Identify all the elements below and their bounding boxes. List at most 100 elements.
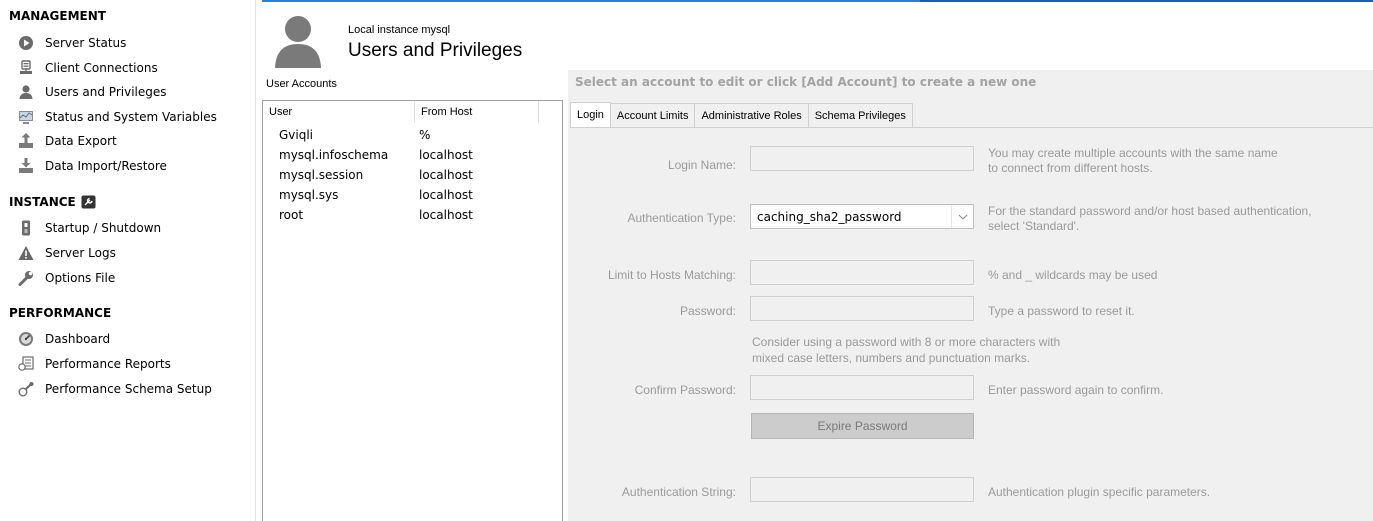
hosts-note: % and _ wildcards may be used bbox=[988, 268, 1158, 282]
confirm-password-field[interactable] bbox=[750, 375, 974, 400]
warning-icon bbox=[18, 245, 34, 261]
tab-account-limits[interactable]: Account Limits bbox=[609, 103, 696, 127]
sidebar-item-data-export[interactable]: Data Export bbox=[18, 130, 254, 152]
import-icon bbox=[18, 158, 34, 174]
sidebar-item-label: Data Export bbox=[45, 134, 117, 148]
variables-icon bbox=[18, 109, 34, 125]
sidebar-item-users-and-privileges[interactable]: Users and Privileges bbox=[18, 81, 254, 103]
table-row[interactable]: mysql.sys localhost bbox=[263, 188, 562, 205]
sidebar-item-data-import-restore[interactable]: Data Import/Restore bbox=[18, 155, 254, 177]
auth-type-select[interactable]: caching_sha2_password bbox=[750, 204, 974, 229]
user-cell: mysql.session bbox=[279, 168, 364, 182]
reports-icon bbox=[18, 356, 34, 372]
sidebar-item-client-connections[interactable]: Client Connections bbox=[18, 57, 254, 79]
tab-strip-accent-dark bbox=[920, 0, 1373, 2]
sidebar-item-label: Server Status bbox=[45, 36, 127, 50]
password-note: Type a password to reset it. bbox=[988, 304, 1135, 318]
client-connections-icon bbox=[18, 60, 34, 76]
login-name-label: Login Name: bbox=[667, 158, 736, 172]
user-cell: Gviqli bbox=[279, 128, 314, 142]
auth-string-field[interactable] bbox=[750, 477, 974, 502]
user-avatar-icon bbox=[273, 12, 323, 68]
navigator-sidebar: MANAGEMENT Server Status Client Connecti… bbox=[0, 0, 256, 521]
section-title-performance: PERFORMANCE bbox=[9, 306, 112, 320]
sidebar-item-dashboard[interactable]: Dashboard bbox=[18, 328, 254, 350]
host-cell: localhost bbox=[419, 188, 473, 202]
sidebar-item-status-and-system-variables[interactable]: Status and System Variables bbox=[18, 106, 254, 128]
section-title-label: INSTANCE bbox=[9, 195, 76, 209]
login-name-note: You may create multiple accounts with th… bbox=[988, 146, 1278, 176]
sidebar-item-server-logs[interactable]: Server Logs bbox=[18, 242, 254, 264]
password-hint-line: Consider using a password with 8 or more… bbox=[752, 335, 1061, 349]
dashboard-icon bbox=[18, 331, 34, 347]
column-header-from-host[interactable]: From Host bbox=[415, 101, 539, 123]
instance-settings-icon[interactable] bbox=[81, 195, 96, 209]
sidebar-item-performance-schema-setup[interactable]: Performance Schema Setup bbox=[18, 378, 254, 400]
user-cell: mysql.sys bbox=[279, 188, 339, 202]
sidebar-item-label: Options File bbox=[45, 271, 116, 285]
auth-type-note: For the standard password and/or host ba… bbox=[988, 204, 1312, 234]
sidebar-item-options-file[interactable]: Options File bbox=[18, 267, 254, 289]
export-icon bbox=[18, 133, 34, 149]
sidebar-item-performance-reports[interactable]: Performance Reports bbox=[18, 353, 254, 375]
users-icon bbox=[18, 84, 34, 100]
section-title-instance: INSTANCE bbox=[9, 195, 96, 209]
page-title: Users and Privileges bbox=[348, 40, 523, 61]
section-title-management: MANAGEMENT bbox=[9, 9, 106, 23]
editor-hint: Select an account to edit or click [Add … bbox=[575, 75, 1037, 89]
sidebar-item-label: Server Logs bbox=[45, 246, 116, 260]
tab-administrative-roles[interactable]: Administrative Roles bbox=[694, 103, 809, 127]
hosts-label: Limit to Hosts Matching: bbox=[607, 268, 736, 282]
chevron-down-icon bbox=[951, 205, 973, 228]
auth-string-note: Authentication plugin specific parameter… bbox=[988, 485, 1211, 499]
confirm-password-label: Confirm Password: bbox=[634, 383, 736, 397]
sidebar-item-server-status[interactable]: Server Status bbox=[18, 32, 254, 54]
user-accounts-label: User Accounts bbox=[266, 78, 337, 90]
login-name-field[interactable] bbox=[750, 146, 974, 171]
user-accounts-list[interactable]: User From Host Gviqli % mysql.infoschema… bbox=[262, 100, 563, 521]
schema-setup-icon bbox=[18, 381, 34, 397]
host-cell: localhost bbox=[419, 168, 473, 182]
sidebar-item-label: Data Import/Restore bbox=[45, 159, 167, 173]
sidebar-item-label: Dashboard bbox=[45, 332, 111, 346]
expire-password-button[interactable]: Expire Password bbox=[751, 413, 974, 439]
startup-icon bbox=[18, 220, 34, 236]
password-field[interactable] bbox=[750, 296, 974, 321]
user-cell: root bbox=[279, 208, 304, 222]
table-row[interactable]: mysql.session localhost bbox=[263, 168, 562, 185]
password-hint-line: mixed case letters, numbers and punctuat… bbox=[752, 351, 1031, 365]
password-hint: Consider using a password with 8 or more… bbox=[752, 334, 1060, 366]
host-cell: % bbox=[419, 128, 431, 142]
tab-schema-privileges[interactable]: Schema Privileges bbox=[807, 103, 913, 127]
auth-type-value: caching_sha2_password bbox=[757, 209, 902, 224]
wrench-icon bbox=[18, 270, 34, 286]
auth-type-label: Authentication Type: bbox=[627, 211, 736, 225]
confirm-password-note: Enter password again to confirm. bbox=[988, 383, 1164, 397]
editor-tabs: Login Account Limits Administrative Role… bbox=[570, 102, 913, 127]
auth-string-label: Authentication String: bbox=[621, 485, 736, 499]
auth-type-note-line: For the standard password and/or host ba… bbox=[988, 204, 1312, 218]
hosts-field[interactable] bbox=[750, 260, 974, 285]
sidebar-item-label: Startup / Shutdown bbox=[45, 221, 162, 235]
sidebar-item-label: Performance Reports bbox=[45, 357, 171, 371]
auth-type-note-line: select 'Standard'. bbox=[988, 219, 1080, 233]
sidebar-item-label: Client Connections bbox=[45, 61, 158, 75]
login-name-note-line: to connect from different hosts. bbox=[988, 161, 1153, 175]
sidebar-item-label: Performance Schema Setup bbox=[45, 382, 212, 396]
table-row[interactable]: mysql.infoschema localhost bbox=[263, 148, 562, 165]
host-cell: localhost bbox=[419, 208, 473, 222]
user-cell: mysql.infoschema bbox=[279, 148, 389, 162]
host-cell: localhost bbox=[419, 148, 473, 162]
sidebar-item-startup-shutdown[interactable]: Startup / Shutdown bbox=[18, 217, 254, 239]
tab-login[interactable]: Login bbox=[570, 102, 611, 127]
password-label: Password: bbox=[679, 304, 736, 318]
table-row[interactable]: root localhost bbox=[263, 208, 562, 225]
instance-name: Local instance mysql bbox=[348, 24, 451, 36]
column-header-user[interactable]: User bbox=[263, 101, 415, 123]
sidebar-item-label: Status and System Variables bbox=[45, 110, 217, 124]
login-name-note-line: You may create multiple accounts with th… bbox=[988, 146, 1278, 160]
sidebar-item-label: Users and Privileges bbox=[45, 85, 167, 99]
server-status-icon bbox=[18, 35, 34, 51]
table-row[interactable]: Gviqli % bbox=[263, 128, 562, 145]
login-tab-panel bbox=[570, 127, 1373, 521]
